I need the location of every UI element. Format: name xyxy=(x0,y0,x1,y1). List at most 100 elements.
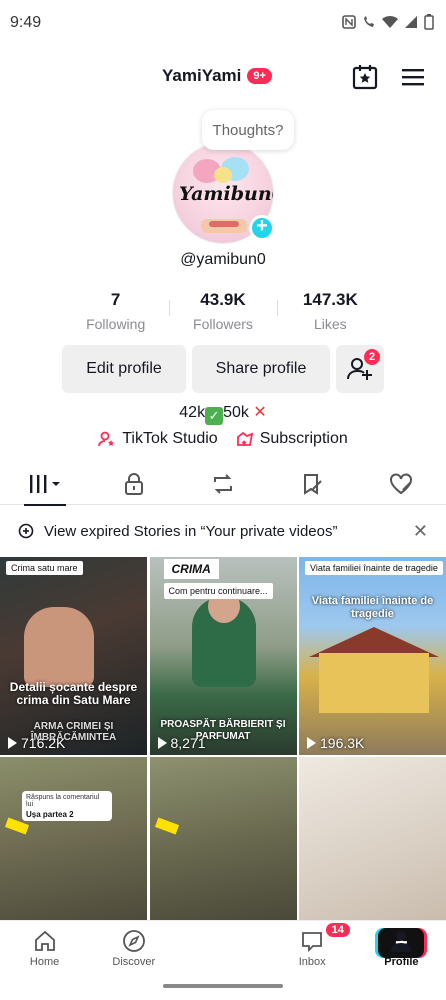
comment-body: Ușa partea 2 xyxy=(26,810,74,819)
lock-icon xyxy=(124,473,143,495)
comment-head: Răspuns la comentariul lui xyxy=(26,794,100,808)
profile-icon xyxy=(391,931,412,952)
bio-part2: 50k xyxy=(223,404,249,421)
video-thumbnail[interactable]: CRIMA Com pentru continuare... PROASPĂT … xyxy=(149,557,297,755)
stat-value: 43.9K xyxy=(200,290,246,309)
video-caption: Viata familiei înainte de tragedie xyxy=(311,595,434,620)
add-story-icon[interactable]: + xyxy=(249,215,275,241)
view-count-value: 196.3K xyxy=(320,735,365,751)
banner-text: View expired Stories in “Your private vi… xyxy=(44,522,338,540)
check-mark-icon: ✓ xyxy=(205,407,224,425)
edit-profile-button[interactable]: Edit profile xyxy=(62,345,186,393)
tiktok-studio-link[interactable]: TikTok Studio xyxy=(98,430,218,448)
video-thumbnail[interactable]: Viata familiei înainte de tragedie Viata… xyxy=(299,557,446,755)
stat-value: 147.3K xyxy=(302,290,358,309)
gesture-bar[interactable] xyxy=(163,984,283,988)
add-friends-badge: 2 xyxy=(364,349,380,365)
heart-hidden-icon xyxy=(390,473,413,495)
account-notif-badge: 9+ xyxy=(247,68,272,84)
nav-create[interactable]: + xyxy=(178,921,425,976)
avatar-logo-text: Yamibun0 xyxy=(179,183,273,205)
nav-discover-label: Discover xyxy=(112,956,156,968)
thoughts-bubble[interactable]: Thoughts? xyxy=(202,110,294,150)
video-thumbnail[interactable]: Crima satu mare Detalii șocante despre c… xyxy=(0,557,147,755)
system-icons xyxy=(342,14,434,30)
wifi-icon xyxy=(382,15,398,28)
account-switcher[interactable]: YamiYami 9+ xyxy=(162,66,272,86)
bookmark-hidden-icon xyxy=(304,474,322,495)
nav-profile[interactable]: Profile xyxy=(357,921,446,976)
play-icon xyxy=(307,737,316,749)
subscription-label: Subscription xyxy=(259,430,348,447)
cross-mark-icon: ✕ xyxy=(253,404,267,421)
profile-handle: @yamibun0 xyxy=(180,251,266,268)
tab-videos[interactable] xyxy=(0,463,89,506)
view-count-value: 8,271 xyxy=(170,735,206,751)
stat-label: Followers xyxy=(193,316,253,332)
subscription-link[interactable]: Subscription xyxy=(236,430,348,448)
play-icon xyxy=(8,737,17,749)
nav-profile-label: Profile xyxy=(384,956,419,968)
tab-favorites[interactable] xyxy=(268,463,357,505)
status-bar: 9:49 xyxy=(0,0,446,46)
stat-label: Likes xyxy=(313,316,347,332)
expired-stories-banner[interactable]: View expired Stories in “Your private vi… xyxy=(0,508,446,554)
calendar-star-icon[interactable] xyxy=(352,64,378,90)
profile-actions: Edit profile Share profile 2 xyxy=(62,345,384,393)
thumbnail-house xyxy=(319,653,429,713)
view-count: 716.2K xyxy=(8,735,65,751)
video-tag: Viata familiei înainte de tragedie xyxy=(305,561,443,575)
view-count-value: 716.2K xyxy=(21,735,66,751)
bio-part1: 42k xyxy=(179,404,206,421)
stat-followers[interactable]: 43.9K Followers xyxy=(169,290,276,332)
battery-icon xyxy=(424,14,434,30)
tab-private[interactable] xyxy=(89,463,178,505)
tab-liked[interactable] xyxy=(357,463,446,505)
video-thumbnail[interactable]: Răspuns la comentariul lui Ușa partea 2 xyxy=(0,757,147,921)
video-tag-secondary: Com pentru continuare... xyxy=(163,583,273,599)
studio-user-icon xyxy=(98,431,115,447)
profile-header: YamiYami 9+ xyxy=(0,56,446,96)
nav-home-label: Home xyxy=(29,956,60,968)
stat-likes[interactable]: 147.3K Likes xyxy=(276,290,384,332)
reply-comment-card: Răspuns la comentariul lui Ușa partea 2 xyxy=(22,791,112,821)
video-thumbnail[interactable] xyxy=(149,757,297,921)
yellow-arrow xyxy=(154,817,179,835)
compass-icon xyxy=(122,930,145,952)
videos-grid-icon xyxy=(29,475,60,493)
tab-reposts[interactable] xyxy=(178,463,267,505)
nav-discover[interactable]: Discover xyxy=(89,921,178,976)
view-count: 8,271 xyxy=(157,735,206,751)
inbox-icon xyxy=(302,932,323,953)
subscription-icon xyxy=(236,431,253,446)
add-friends-button[interactable]: 2 xyxy=(336,345,384,393)
thumbnail-person xyxy=(24,607,94,687)
video-tag: Crima satu mare xyxy=(6,561,83,575)
signal-icon xyxy=(405,16,417,28)
tiktok-studio-label: TikTok Studio xyxy=(122,430,218,447)
close-icon[interactable]: ✕ xyxy=(413,521,428,542)
bottom-nav: Home Discover + 14 Inbox Profile xyxy=(0,920,446,976)
nav-home[interactable]: Home xyxy=(0,921,89,976)
menu-icon[interactable] xyxy=(401,67,425,87)
stat-following[interactable]: 7 Following xyxy=(62,290,169,332)
profile-links: TikTok Studio Subscription xyxy=(0,430,446,448)
repost-icon xyxy=(213,474,232,494)
play-icon xyxy=(157,737,167,749)
share-profile-button[interactable]: Share profile xyxy=(192,345,330,393)
profile-stats: 7 Following 43.9K Followers 147.3K Likes xyxy=(62,290,384,332)
wifi-call-icon xyxy=(364,16,374,27)
video-thumbnail[interactable] xyxy=(299,757,446,921)
video-caption: Detalii șocante despre crima din Satu Ma… xyxy=(9,680,138,707)
video-tag: CRIMA xyxy=(163,559,219,579)
profile-tabs xyxy=(0,463,446,506)
username-title: YamiYami xyxy=(162,66,242,85)
thumbnail-person xyxy=(191,589,256,687)
status-time: 9:49 xyxy=(10,14,42,31)
home-icon xyxy=(34,930,55,951)
nfc-icon xyxy=(342,15,356,29)
stat-value: 7 xyxy=(110,290,121,309)
nav-inbox[interactable]: 14 Inbox xyxy=(268,921,357,976)
story-add-icon xyxy=(18,523,34,539)
view-count: 196.3K xyxy=(307,735,364,751)
